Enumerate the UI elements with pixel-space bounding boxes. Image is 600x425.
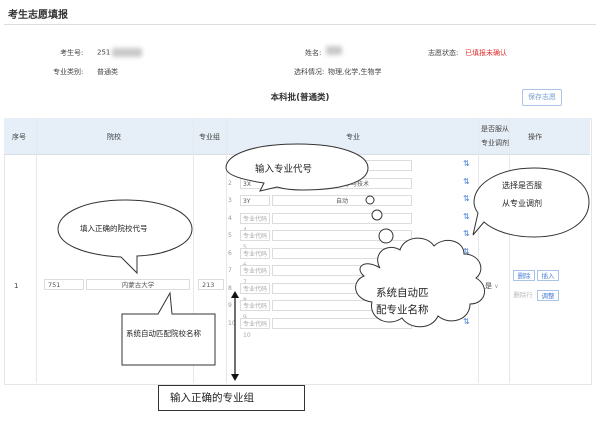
row-seq: 1: [14, 282, 19, 290]
col-divider: [509, 118, 510, 383]
annotation-adjust-1: 选择是否服: [502, 181, 542, 190]
header-group: 专业组: [199, 133, 220, 141]
header-school: 院校: [107, 133, 121, 141]
annotation-auto-major-2: 配专业名称: [376, 304, 429, 316]
student-name-value: [324, 46, 342, 55]
status-value: 已填报未确认: [465, 49, 507, 57]
save-button[interactable]: 保存志愿: [522, 89, 562, 106]
insert-button[interactable]: 插入: [537, 270, 559, 281]
delete-button[interactable]: 删除: [513, 270, 535, 281]
batch-title: 本科批(普通类): [270, 93, 330, 103]
major-code-input[interactable]: 专业代码8: [240, 282, 270, 304]
major-row-num: 4: [228, 214, 232, 222]
annotation-auto-school: 系统自动匹配院校名称: [126, 329, 201, 338]
annotation-school-code: 填入正确的院校代号: [80, 224, 148, 233]
callout-school-code: [57, 199, 193, 275]
major-code-input[interactable]: 专业代码6: [240, 247, 270, 269]
major-code-input[interactable]: 专业代码4: [240, 212, 270, 234]
callout-auto-major: [355, 195, 485, 328]
student-id-prefix: 251: [97, 48, 111, 57]
major-code-input[interactable]: 专业代码5: [240, 230, 270, 251]
school-name-field: 内蒙古大学: [86, 279, 190, 290]
school-code-input[interactable]: 751: [44, 279, 84, 290]
header-seq: 序号: [12, 133, 26, 141]
major-code-input[interactable]: 3Y: [240, 195, 270, 206]
annotation-adjust-2: 从专业调剂: [502, 199, 542, 208]
page-title: 考生志愿填报: [8, 10, 68, 21]
status-label: 志愿状态:: [428, 49, 459, 57]
annotation-major-code: 输入专业代号: [255, 164, 313, 175]
reorder-arrows-icon[interactable]: ⇅: [463, 160, 470, 168]
subject-label: 选科情况:: [294, 68, 325, 76]
major-row-num: 7: [228, 267, 232, 274]
subject-value: 物理,化学,生物学: [328, 68, 382, 76]
student-id-value: 251: [97, 48, 143, 57]
major-type-value: 普通类: [97, 68, 118, 76]
masked-name: [326, 46, 342, 55]
col-divider: [36, 118, 37, 383]
group-code-input[interactable]: 213: [198, 279, 224, 290]
major-row-num: 6: [228, 249, 232, 257]
annotation-auto-major-1: 系统自动匹: [376, 287, 429, 299]
major-code-input[interactable]: 专业代码10: [240, 317, 270, 339]
annotation-group: 输入正确的专业组: [170, 392, 254, 404]
delete-row-button[interactable]: 删除行: [511, 290, 535, 301]
major-row-num: 5: [228, 232, 232, 239]
header-adjust-line2: 专业调剂: [481, 139, 509, 147]
header-divider: [4, 24, 596, 25]
masked-id: [112, 48, 143, 57]
major-type-label: 专业类别:: [53, 68, 84, 76]
major-code-input[interactable]: 专业代码7: [240, 265, 270, 286]
double-arrow-icon: [231, 291, 239, 381]
major-code-input[interactable]: 专业代码9: [240, 300, 270, 321]
student-name-label: 姓名:: [305, 49, 322, 57]
major-row-num: 3: [228, 197, 232, 204]
header-adjust-line1: 是否服从: [481, 125, 509, 133]
adjust-button[interactable]: 调整: [537, 290, 559, 301]
header-ops: 操作: [528, 133, 542, 141]
student-id-label: 考生号:: [60, 49, 84, 57]
